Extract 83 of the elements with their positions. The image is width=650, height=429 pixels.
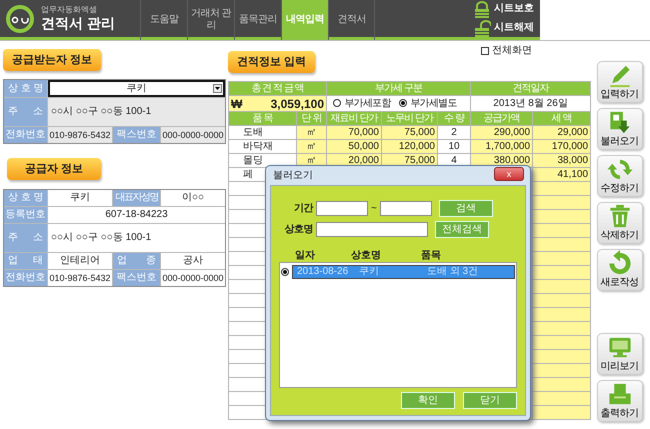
table-cell: 41,100 [532,168,591,182]
field-label: 기간 [293,202,313,216]
column-header: 노무비 단가 [382,112,438,126]
column-header: 단 위 [296,112,326,126]
section-title: 공급받는자 정보 [3,49,102,71]
phone-value: 010-9876-5432 [48,270,112,286]
table-cell: 38,000 [532,154,591,168]
sheet-button[interactable]: 시트보호 [473,0,534,18]
field-label: 업 종 [117,255,156,267]
action-button[interactable]: 새로작성 [596,249,642,291]
section-title: 공급자 정보 [7,158,102,180]
fax-value: 000-0000-0000 [161,270,225,286]
column-header: 공급가액 [470,112,533,126]
list-cell-text: 쿠키 [359,266,380,278]
table-cell: 290,000 [470,126,533,140]
address-value: ○○시 ○○구 ○○동 100-1 [48,224,225,252]
company-value: 쿠키 [48,190,112,206]
table-cell: ㎡ [296,126,326,140]
field-label: 전화번호 [4,270,47,286]
table-cell: 바닥재 [228,140,296,154]
radio-label: 부가세별도 [410,98,457,108]
nav-tab[interactable]: 거래처 관리 [187,0,234,40]
list-cell-text: 2013-08-26 [297,266,350,278]
column-header: 수 량 [438,112,471,126]
table-cell: 70,000 [326,126,382,140]
company-field[interactable]: 쿠키 [48,80,225,97]
field-label: 주 소 [8,106,43,118]
range-separator: ~ [371,202,377,216]
registration-value: 607-18-84223 [48,207,225,223]
table-cell: 50,000 [326,140,382,154]
action-button[interactable]: 출력하기 [596,380,642,422]
action-button[interactable]: 입력하기 [596,61,642,103]
column-header: 총 견 적 금 액 [228,82,326,96]
action-button[interactable]: 미리보기 [596,333,642,375]
close-button[interactable]: x [494,167,524,181]
column-header: 견적일자 [470,82,591,96]
table-cell: 10 [438,140,471,154]
sheet-button[interactable]: 시트해제 [473,20,534,36]
business-type-value: 인테리어 [48,253,112,269]
column-header: 재료비 단가 [326,112,382,126]
field-label: 팩스번호 [113,270,160,286]
table-cell: ㎡ [296,140,326,154]
radio-label: 부가세포함 [344,98,391,108]
action-button[interactable]: 불러오기 [596,108,642,150]
action-button[interactable]: 삭제하기 [596,202,642,244]
field-label: 상호명 [284,223,313,237]
column-header: 부가세 구분 [326,82,471,96]
checkbox-label: 전체화면 [492,44,532,58]
date-value: 2013년 8월 26일 [470,96,591,112]
field-label: 전화번호 [4,127,47,143]
address-value: ○○시 ○○구 ○○동 100-1 [48,98,225,126]
column-header: 세 액 [532,112,591,126]
nav-tab[interactable]: 견적서 [328,0,375,40]
list-cell-text: 도배 외 3건 [427,266,480,278]
table-cell: 75,000 [382,126,438,140]
currency-symbol: ₩ [231,98,242,110]
fax-value: 000-0000-0000 [161,127,225,143]
total-amount: 3,059,100 [270,98,324,110]
app-title: 견적서 관리 [41,15,115,32]
table-cell: 2 [438,126,471,140]
field-label: 등록번호 [4,207,47,223]
representative-value: 이○○ [161,190,225,206]
column-header: 상호명 [351,250,382,262]
table-cell: 120,000 [382,140,438,154]
field-label: 팩스번호 [113,127,160,143]
app-subtitle: 업무자동화엑셀 [41,5,98,15]
field-label: 업 태 [8,255,43,267]
phone-value: 010-9876-5432 [48,127,112,143]
column-header: 품 목 [228,112,296,126]
column-header: 품목 [421,250,442,262]
section-title: 견적정보 입력 [228,51,316,73]
table-cell: 170,000 [532,140,591,154]
category-value: 공사 [161,253,225,269]
field-label: 상 호 명 [8,82,43,94]
field-label: 상 호 명 [8,192,43,204]
column-header: 일자 [295,250,316,262]
action-button[interactable]: 수정하기 [596,155,642,197]
field-label: 대표자성명 [113,190,160,206]
table-cell: 1,700,000 [470,140,533,154]
table-cell: 29,000 [532,126,591,140]
table-cell: 도배 [228,126,296,140]
nav-tab[interactable]: 도움말 [140,0,187,40]
field-label: 주 소 [8,232,43,244]
